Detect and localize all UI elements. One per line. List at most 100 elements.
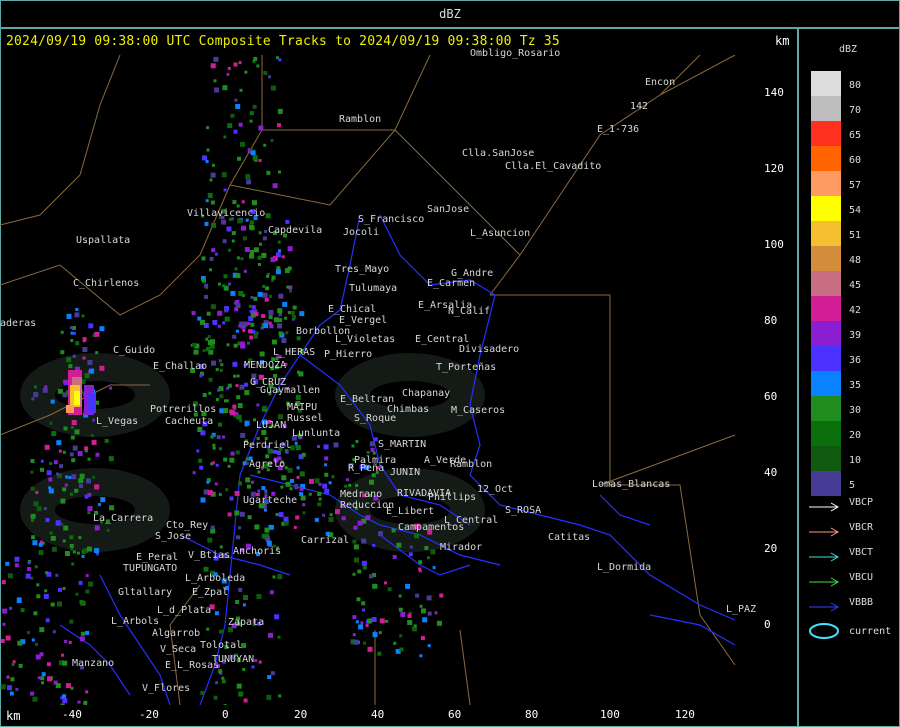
echo-pixel	[7, 685, 12, 691]
echo-pixel	[74, 312, 80, 318]
echo-pixel	[250, 322, 255, 327]
echo-pixel	[234, 98, 238, 102]
echo-pixel	[207, 340, 213, 346]
echo-pixel	[48, 486, 52, 490]
legend-swatch	[811, 71, 841, 96]
echo-pixel	[247, 322, 251, 325]
legend-swatch	[811, 146, 841, 171]
echo-pixel	[361, 560, 367, 566]
echo-pixel	[278, 293, 284, 299]
echo-pixel	[254, 524, 260, 530]
echo-pixel	[63, 426, 68, 431]
echo-pixel	[236, 256, 240, 260]
echo-pixel	[58, 587, 62, 592]
echo-pixel	[263, 323, 269, 329]
echo-pixel	[308, 492, 312, 496]
map-canvas[interactable]	[0, 55, 762, 705]
echo-pixel	[257, 489, 261, 493]
echo-pixel	[50, 399, 55, 404]
echo-pixel	[251, 305, 256, 310]
echo-pixel	[86, 546, 92, 552]
echo-pixel	[191, 311, 196, 315]
echo-pixel	[234, 510, 240, 516]
echo-pixel	[236, 683, 242, 689]
track-label: VBCR	[849, 522, 874, 533]
echo-pixel	[253, 296, 258, 301]
window-title: dBZ	[439, 7, 461, 21]
place-label: Guaymallen	[260, 385, 321, 396]
track-symbol-current	[807, 622, 841, 644]
legend-swatch-label: 20	[849, 430, 862, 441]
echo-pixel	[71, 458, 76, 463]
echo-pixel	[439, 593, 444, 598]
echo-pixel	[370, 447, 375, 452]
place-label: L_Violetas	[335, 334, 396, 345]
echo-pixel	[239, 341, 245, 347]
echo-pixel	[278, 512, 284, 518]
y-tick-label: 100	[764, 238, 784, 251]
echo-pixel	[278, 318, 283, 323]
echo-pixel	[230, 451, 235, 456]
echo-pixel	[87, 360, 93, 365]
echo-pixel	[278, 249, 281, 253]
echo-pixel	[292, 315, 296, 319]
echo-pixel	[256, 594, 262, 599]
echo-pixel	[277, 240, 281, 244]
echo-pixel	[299, 486, 304, 491]
echo-pixel	[61, 653, 64, 657]
echo-pixel	[227, 383, 232, 388]
echo-pixel	[236, 374, 240, 378]
echo-pixel	[193, 349, 199, 355]
echo-pixel	[399, 634, 403, 638]
place-label: Carrizal	[301, 535, 350, 546]
echo-pixel	[253, 247, 259, 253]
echo-pixel	[94, 548, 100, 554]
legend-swatch	[811, 421, 841, 446]
echo-pixel	[361, 538, 367, 544]
echo-pixel	[231, 231, 236, 236]
echo-pixel	[94, 331, 100, 337]
echo-pixel	[109, 386, 113, 390]
echo-pixel	[309, 478, 314, 484]
echo-pixel	[223, 274, 228, 279]
place-label: E_Carmen	[427, 278, 476, 289]
echo-pixel	[249, 119, 253, 123]
echo-pixel	[94, 525, 100, 531]
place-label: 12_Oct	[477, 484, 514, 495]
echo-pixel	[14, 563, 19, 568]
echo-pixel	[213, 56, 219, 62]
echo-pixel	[264, 297, 269, 302]
legend-swatch	[811, 396, 841, 421]
echo-pixel	[60, 703, 65, 705]
place-label: Catitas	[548, 532, 591, 543]
echo-pixel	[2, 608, 8, 614]
echo-pixel	[91, 439, 97, 445]
legend-swatch	[811, 221, 841, 246]
echo-pixel	[78, 580, 83, 585]
echo-pixel	[278, 170, 281, 174]
place-label: Gltallary	[118, 587, 173, 598]
legend-swatch-label: 10	[849, 455, 862, 466]
echo-pixel	[287, 246, 293, 252]
echo-pixel	[280, 485, 284, 489]
place-label: Algarrob	[152, 628, 201, 639]
track-label: VBCU	[849, 572, 874, 583]
echo-pixel	[239, 511, 245, 517]
echo-pixel	[230, 410, 236, 416]
echo-pixel	[426, 556, 430, 560]
echo-pixel	[9, 691, 14, 696]
echo-pixel	[205, 347, 210, 352]
echo-pixel	[57, 601, 62, 607]
echo-pixel	[232, 361, 238, 367]
echo-pixel	[40, 459, 44, 463]
echo-pixel	[240, 432, 246, 438]
echo-pixel	[263, 143, 267, 147]
echo-pixel	[72, 331, 76, 335]
echo-pixel	[214, 87, 220, 93]
echo-pixel	[251, 665, 255, 669]
echo-pixel	[68, 640, 72, 644]
echo-pixel	[237, 156, 241, 161]
echo-pixel	[244, 390, 250, 396]
echo-pixel	[324, 472, 329, 477]
echo-pixel	[353, 544, 359, 550]
